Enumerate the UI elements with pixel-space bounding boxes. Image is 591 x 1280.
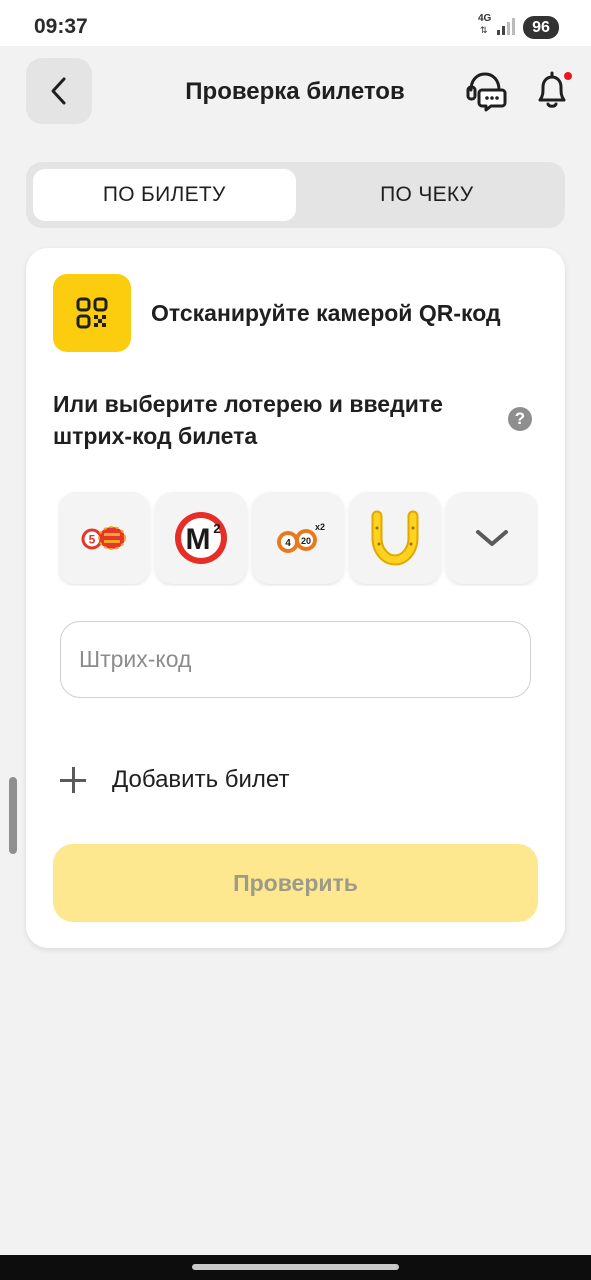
- notification-dot: [562, 70, 574, 82]
- chevron-left-icon: [51, 77, 66, 105]
- signal-icon: [497, 18, 515, 35]
- battery-indicator: 96: [523, 16, 559, 39]
- support-chat-icon: [466, 72, 507, 112]
- page-title: Проверка билетов: [185, 78, 405, 105]
- lottery-m2-tile[interactable]: M 2: [155, 492, 247, 584]
- scan-qr-label[interactable]: Отсканируйте камерой QR-код: [151, 300, 501, 327]
- chevron-down-icon: [476, 530, 508, 546]
- network-type: 4G: [478, 13, 492, 24]
- add-ticket-label: Добавить билет: [112, 766, 290, 793]
- svg-text:4: 4: [285, 538, 291, 549]
- lottery-4x20-tile[interactable]: 4 20 x2: [252, 492, 344, 584]
- lottery-4x20-icon: 4 20 x2: [277, 522, 325, 553]
- lottery-horseshoe-icon: [371, 510, 419, 566]
- notifications-button[interactable]: [532, 68, 576, 114]
- lottery-5x36-tile[interactable]: 5: [58, 492, 150, 584]
- tab-by-receipt[interactable]: ПО ЧЕКУ: [296, 169, 559, 221]
- svg-text:2: 2: [213, 521, 220, 536]
- lottery-5x36-icon: 5: [81, 526, 126, 550]
- tab-by-ticket[interactable]: ПО БИЛЕТУ: [33, 169, 296, 221]
- svg-text:x2: x2: [315, 522, 325, 532]
- help-icon[interactable]: ?: [508, 407, 532, 431]
- ticket-check-card: Отсканируйте камерой QR-код Или выберите…: [26, 248, 565, 948]
- add-ticket-button[interactable]: Добавить билет: [60, 760, 289, 800]
- more-lotteries-button[interactable]: [446, 492, 538, 584]
- choose-lottery-text: Или выберите лотерею и введите штрих-код…: [53, 391, 443, 449]
- data-arrows-icon: ⇅: [480, 25, 488, 35]
- svg-text:20: 20: [301, 536, 311, 546]
- support-chat-button[interactable]: [462, 68, 510, 114]
- lottery-horseshoe-tile[interactable]: [349, 492, 441, 584]
- svg-text:5: 5: [89, 533, 96, 547]
- scan-qr-button[interactable]: [53, 274, 131, 352]
- qr-code-icon: [76, 297, 108, 329]
- svg-text:M: M: [186, 523, 211, 556]
- status-time: 09:37: [34, 15, 88, 38]
- barcode-input[interactable]: [60, 621, 531, 698]
- status-bar: 09:37 4G ⇅ 96: [0, 0, 591, 46]
- check-button[interactable]: Проверить: [53, 844, 538, 922]
- home-indicator[interactable]: [192, 1264, 399, 1270]
- check-mode-tabs: ПО БИЛЕТУ ПО ЧЕКУ: [26, 162, 565, 228]
- lottery-m2-icon: M 2: [175, 512, 227, 564]
- scroll-indicator[interactable]: [9, 777, 17, 854]
- plus-icon: [60, 767, 86, 793]
- lottery-selector: 5 M 2 4 20 x2: [58, 490, 538, 586]
- back-button[interactable]: [26, 58, 92, 124]
